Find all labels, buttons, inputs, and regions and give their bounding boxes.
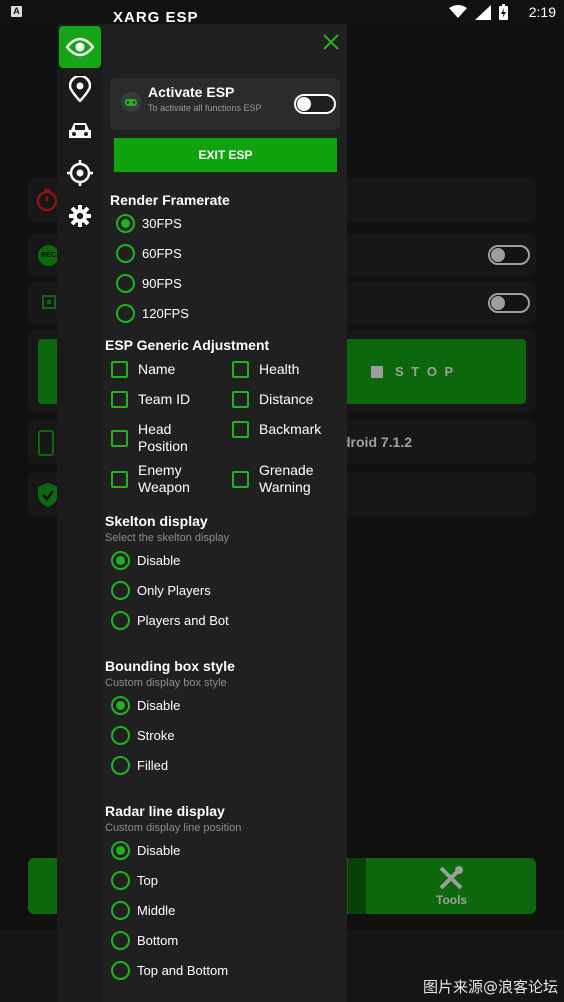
- radar-option-middle[interactable]: Middle: [111, 901, 175, 920]
- checkbox-box: [111, 391, 128, 408]
- gamepad-icon: [125, 99, 137, 106]
- render-framerate-heading: Render Framerate: [110, 192, 230, 208]
- activate-esp-title: Activate ESP: [148, 84, 235, 100]
- radar-line-heading: Radar line display: [105, 803, 225, 819]
- radio-unselected: [111, 901, 130, 920]
- radar-option-disable[interactable]: Disable: [111, 841, 180, 860]
- radar-option-top-and-bottom[interactable]: Top and Bottom: [111, 961, 228, 980]
- eye-icon: [66, 37, 94, 57]
- radio-unselected: [111, 611, 130, 630]
- checkbox-box: [232, 391, 249, 408]
- radio-selected: [111, 551, 130, 570]
- box-option-disable[interactable]: Disable: [111, 696, 180, 715]
- clock: 2:19: [528, 4, 556, 20]
- bounding-box-subtitle: Custom display box style: [105, 677, 227, 689]
- radio-unselected: [111, 581, 130, 600]
- checkbox-backmark[interactable]: Backmark: [232, 421, 321, 438]
- signal-icon: [475, 4, 491, 20]
- radio-unselected: [111, 726, 130, 745]
- checkbox-box: [111, 361, 128, 378]
- radio-unselected: [116, 304, 135, 323]
- box-option-filled[interactable]: Filled: [111, 756, 168, 775]
- fps-option-120[interactable]: 120FPS: [116, 304, 189, 323]
- wifi-icon: [449, 5, 467, 18]
- generic-adjustment-heading: ESP Generic Adjustment: [105, 337, 270, 353]
- activate-esp-toggle[interactable]: [294, 94, 336, 114]
- checkbox-health[interactable]: Health: [232, 361, 299, 378]
- fps-option-60[interactable]: 60FPS: [116, 244, 182, 263]
- radio-unselected: [116, 274, 135, 293]
- checkbox-team-id[interactable]: Team ID: [111, 391, 190, 408]
- radio-selected: [116, 214, 135, 233]
- esp-app-icon: [121, 92, 141, 112]
- box-option-stroke[interactable]: Stroke: [111, 726, 175, 745]
- rail-visual-tab[interactable]: [59, 26, 101, 68]
- radio-selected: [111, 841, 130, 860]
- checkbox-box: [232, 421, 249, 438]
- checkbox-box: [232, 470, 249, 488]
- rail-location-tab[interactable]: [59, 68, 101, 110]
- close-icon[interactable]: [320, 31, 342, 53]
- status-bar: A 2:19: [0, 0, 564, 24]
- activate-esp-subtitle: To activate all functions ESP: [148, 103, 262, 113]
- checkbox-box: [232, 361, 249, 378]
- panel-title: XARG ESP: [113, 9, 199, 26]
- checkbox-grenade-warning[interactable]: Grenade Warning: [232, 462, 313, 496]
- radio-unselected: [111, 756, 130, 775]
- radar-option-bottom[interactable]: Bottom: [111, 931, 178, 950]
- car-icon: [69, 123, 91, 138]
- fps-option-30[interactable]: 30FPS: [116, 214, 182, 233]
- side-rail: [57, 24, 103, 1002]
- rail-vehicle-tab[interactable]: [59, 110, 101, 152]
- radio-selected: [111, 696, 130, 715]
- skelton-subtitle: Select the skelton display: [105, 532, 230, 544]
- location-pin-icon: [69, 76, 91, 102]
- skelton-option-disable[interactable]: Disable: [111, 551, 180, 570]
- rail-aim-tab[interactable]: [59, 152, 101, 194]
- checkbox-box: [111, 429, 128, 447]
- notification-app-icon: A: [11, 6, 22, 17]
- watermark: 图片来源@浪客论坛: [422, 978, 558, 996]
- radar-option-top[interactable]: Top: [111, 871, 158, 890]
- bounding-box-heading: Bounding box style: [105, 658, 235, 674]
- checkbox-enemy-weapon[interactable]: Enemy Weapon: [111, 462, 190, 496]
- rail-settings-tab[interactable]: [59, 195, 101, 237]
- checkbox-head-position[interactable]: Head Position: [111, 421, 188, 455]
- activate-esp-row: Activate ESP To activate all functions E…: [110, 78, 340, 130]
- checkbox-distance[interactable]: Distance: [232, 391, 313, 408]
- radio-unselected: [111, 871, 130, 890]
- exit-esp-button[interactable]: EXIT ESP: [114, 138, 337, 172]
- radio-unselected: [111, 931, 130, 950]
- crosshair-icon: [67, 160, 93, 186]
- skelton-heading: Skelton display: [105, 513, 208, 529]
- skelton-option-players-and-bot[interactable]: Players and Bot: [111, 611, 229, 630]
- skelton-option-only-players[interactable]: Only Players: [111, 581, 211, 600]
- radar-line-subtitle: Custom display line position: [105, 822, 242, 834]
- gear-icon: [69, 205, 91, 227]
- radio-unselected: [116, 244, 135, 263]
- checkbox-name[interactable]: Name: [111, 361, 175, 378]
- status-icons: [449, 3, 508, 21]
- battery-icon: [499, 4, 508, 20]
- radio-unselected: [111, 961, 130, 980]
- fps-option-90[interactable]: 90FPS: [116, 274, 182, 293]
- checkbox-box: [111, 470, 128, 488]
